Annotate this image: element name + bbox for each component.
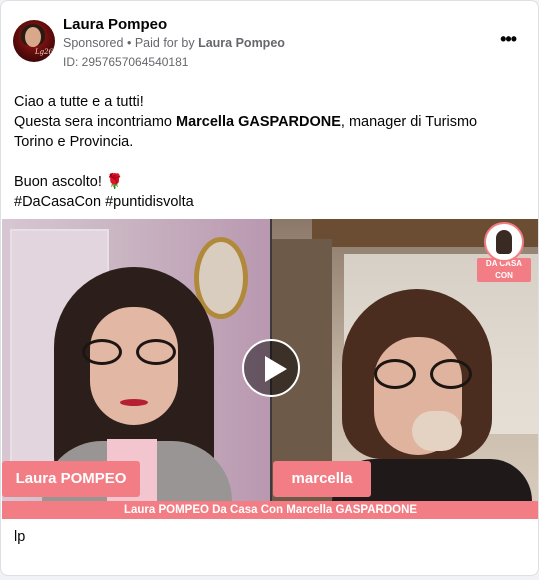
guest-name: Marcella GASPARDONE xyxy=(176,114,341,130)
host-face xyxy=(90,307,178,425)
da-casa-con-logo: DA CASA CON xyxy=(477,222,531,282)
more-options-icon[interactable]: ••• xyxy=(500,29,517,50)
hashtags[interactable]: #DaCasaCon #puntidisvolta xyxy=(14,192,519,212)
logo-portrait-icon xyxy=(484,222,524,262)
body-line-closing: Buon ascolto! 🌹 xyxy=(14,172,519,192)
video-left-pane xyxy=(2,219,270,501)
body-line-greeting: Ciao a tutte e a tutti! xyxy=(14,94,144,110)
play-icon[interactable] xyxy=(242,339,300,397)
body-line-intro: Questa sera incontriamo Marcella GASPARD… xyxy=(14,112,519,152)
rose-icon: 🌹 xyxy=(105,174,124,190)
avatar-face xyxy=(25,27,41,47)
closing-text: Buon ascolto! xyxy=(14,174,102,190)
host-glasses xyxy=(82,339,186,365)
paid-for-prefix: Paid for by xyxy=(134,36,195,50)
video-player[interactable]: Laura POMPEO marcella DA CASA CON Laura … xyxy=(2,219,538,519)
guest-glasses xyxy=(374,359,478,389)
link-caption[interactable]: lp xyxy=(14,529,25,545)
avatar-signature: Lg26 xyxy=(34,48,53,56)
author-avatar[interactable]: Lg26 xyxy=(13,20,55,62)
host-lips xyxy=(120,399,148,406)
ad-id: ID: 2957657064540181 xyxy=(63,55,189,69)
paid-for-name: Laura Pompeo xyxy=(198,36,285,50)
ad-post-card: Lg26 Laura Pompeo Sponsored • Paid for b… xyxy=(0,0,539,576)
video-title-banner: Laura POMPEO Da Casa Con Marcella GASPAR… xyxy=(2,501,538,519)
host-name-tag: Laura POMPEO xyxy=(2,461,140,497)
body-intro-prefix: Questa sera incontriamo xyxy=(14,114,176,130)
meta-separator: • xyxy=(126,36,132,50)
sponsored-meta: Sponsored • Paid for by Laura Pompeo xyxy=(63,36,285,50)
guest-hand xyxy=(412,411,462,451)
post-body: Ciao a tutte e a tutti! Questa sera inco… xyxy=(14,92,519,212)
sponsored-label: Sponsored xyxy=(63,36,124,50)
author-name[interactable]: Laura Pompeo xyxy=(63,16,167,33)
guest-name-tag: marcella xyxy=(273,461,371,497)
